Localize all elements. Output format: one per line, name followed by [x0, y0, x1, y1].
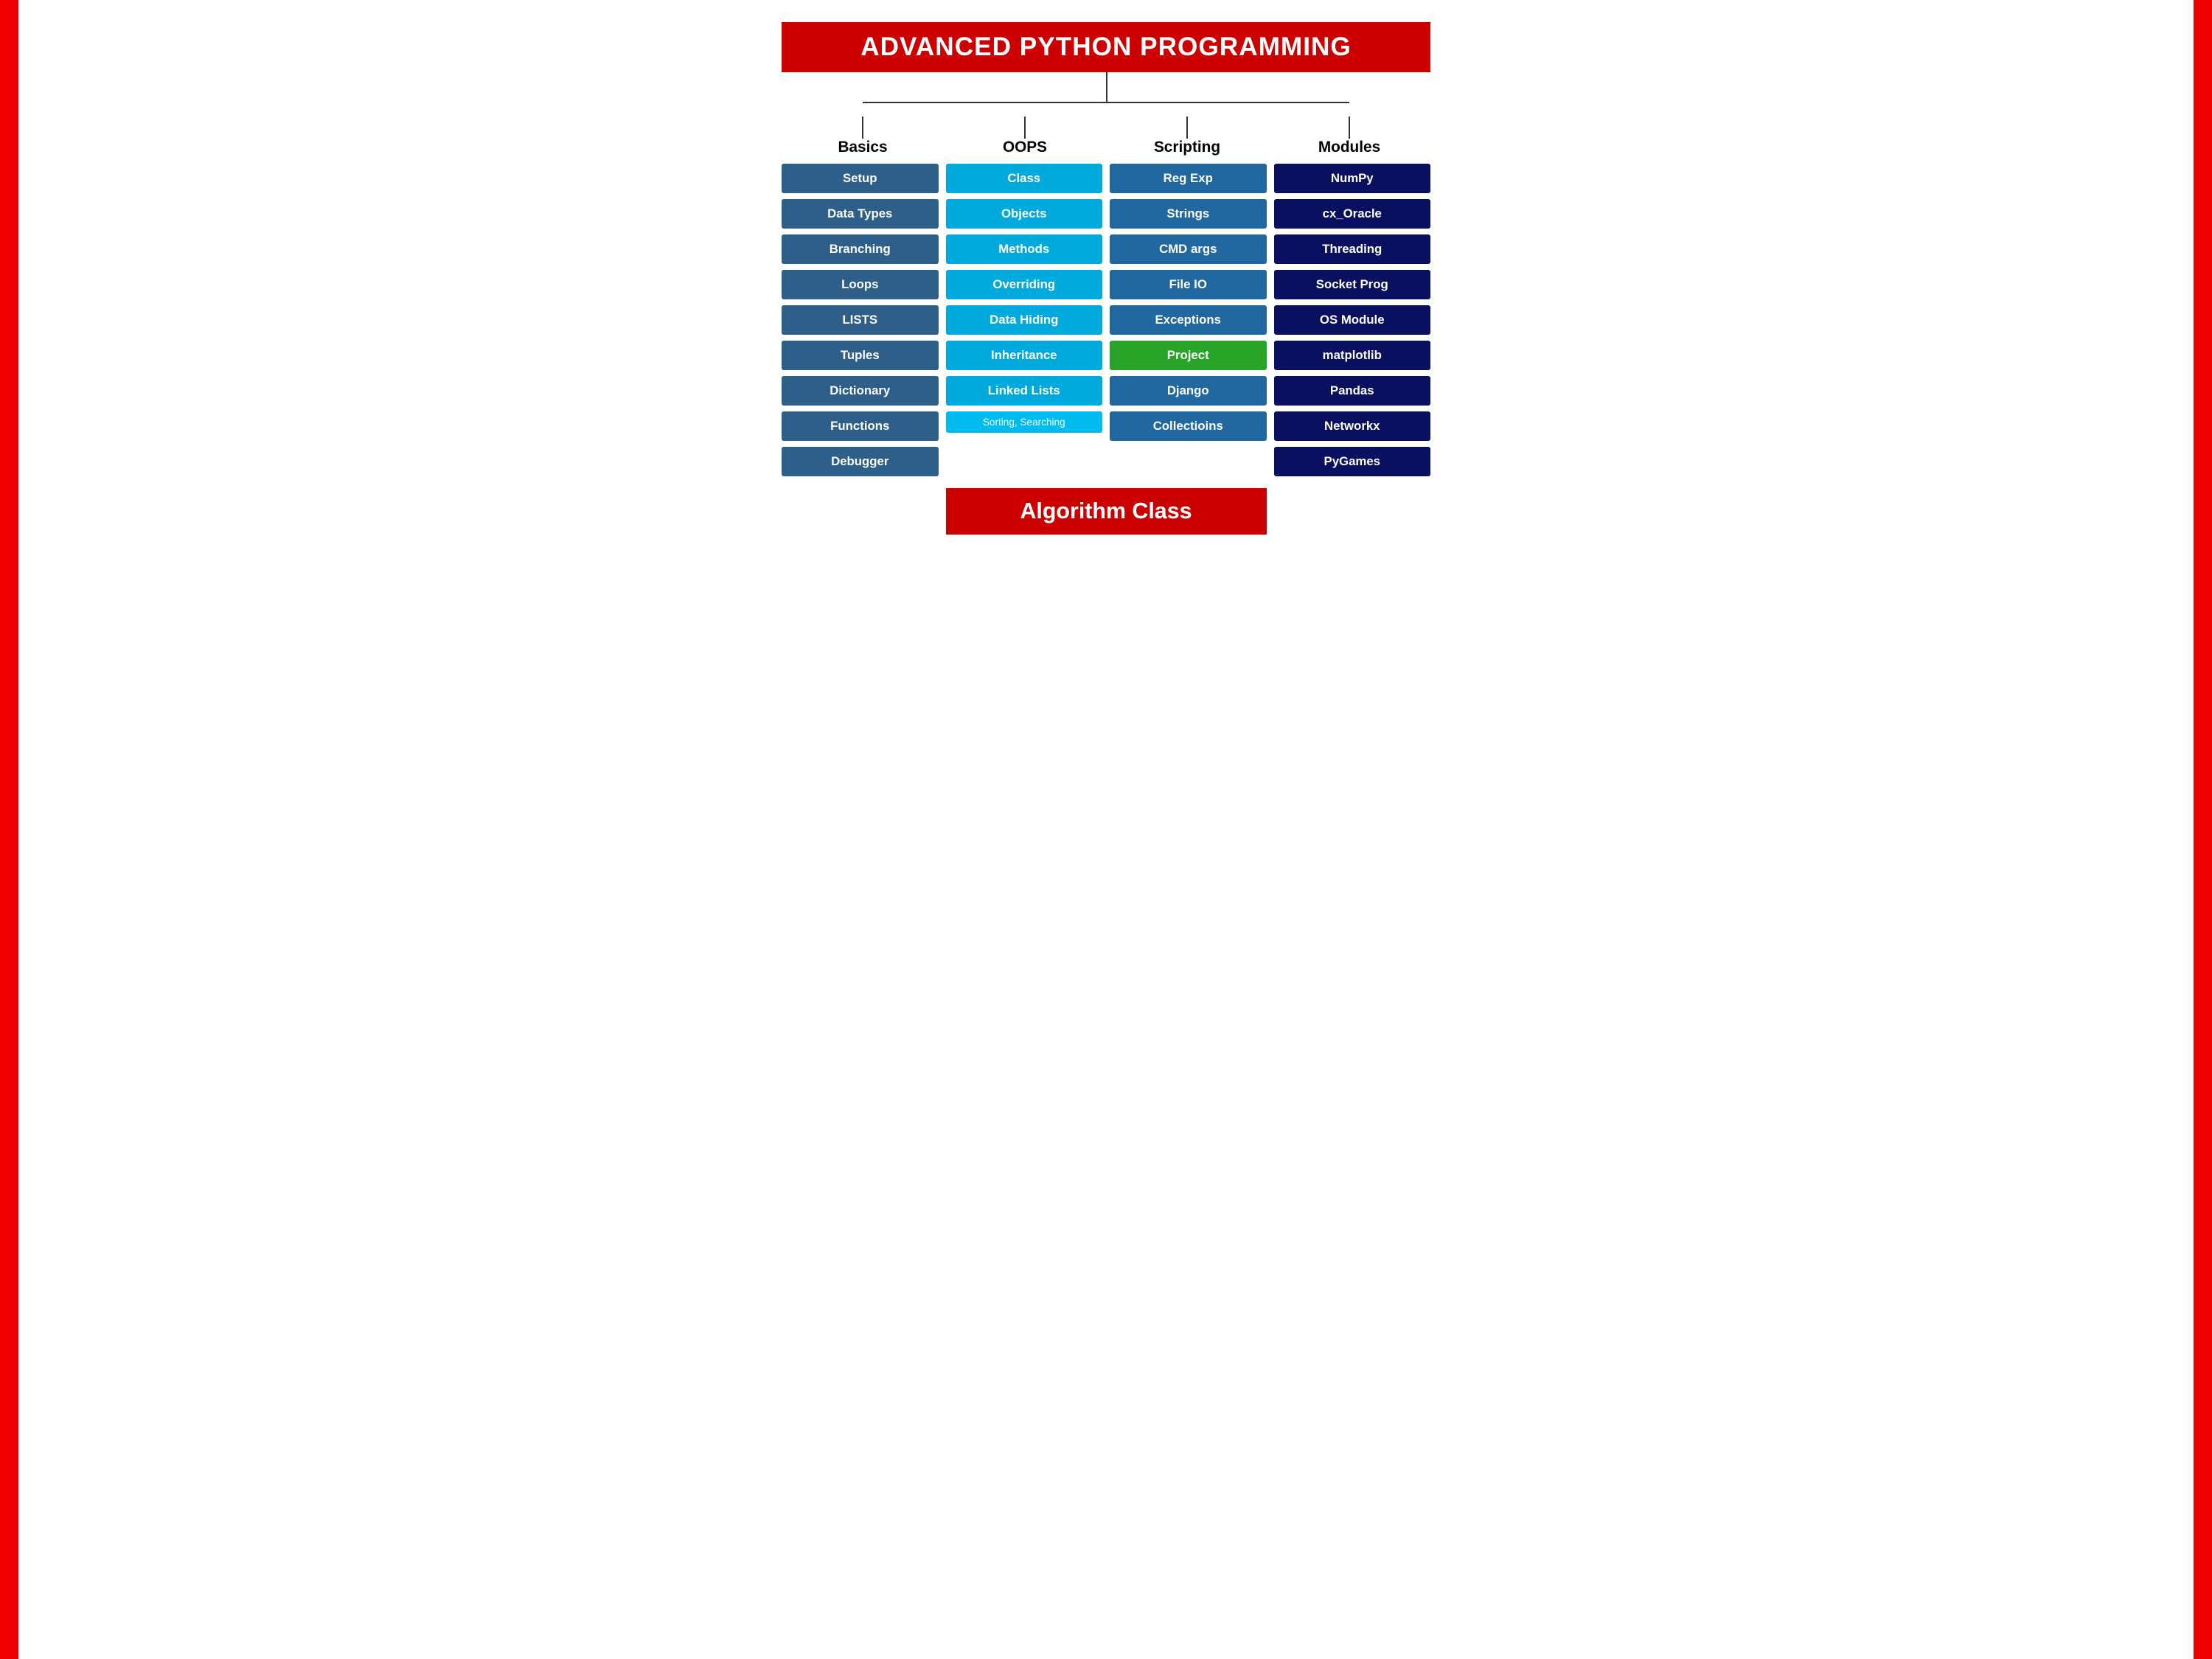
col-header-basics: Basics — [782, 116, 944, 164]
list-item: Functions — [782, 411, 939, 441]
algorithm-class-footer: Algorithm Class — [946, 488, 1267, 535]
list-item: Class — [946, 164, 1103, 193]
h-bar — [863, 102, 1349, 103]
list-item: Dictionary — [782, 376, 939, 406]
col-label-oops: OOPS — [1003, 139, 1047, 156]
list-item: Tuples — [782, 341, 939, 370]
list-item: Setup — [782, 164, 939, 193]
list-item: Methods — [946, 234, 1103, 264]
list-item: NumPy — [1274, 164, 1431, 193]
list-item: Branching — [782, 234, 939, 264]
modules-column: NumPy cx_Oracle Threading Socket Prog OS… — [1274, 164, 1431, 476]
list-item: Inheritance — [946, 341, 1103, 370]
list-item: Threading — [1274, 234, 1431, 264]
list-item: cx_Oracle — [1274, 199, 1431, 229]
h-bar-wrapper — [782, 102, 1430, 116]
page-title: ADVANCED PYTHON PROGRAMMING — [796, 32, 1416, 62]
basics-column: Setup Data Types Branching Loops LISTS T… — [782, 164, 939, 476]
main-grid: Setup Data Types Branching Loops LISTS T… — [782, 164, 1430, 476]
list-item: PyGames — [1274, 447, 1431, 476]
right-bar — [2194, 0, 2212, 1659]
col-label-modules: Modules — [1318, 139, 1380, 156]
list-item: Objects — [946, 199, 1103, 229]
col-header-modules: Modules — [1268, 116, 1430, 164]
algorithm-class-label: Algorithm Class — [961, 498, 1252, 524]
col-header-oops: OOPS — [944, 116, 1106, 164]
list-item: matplotlib — [1274, 341, 1431, 370]
col-header-scripting: Scripting — [1106, 116, 1268, 164]
list-item: Data Hiding — [946, 305, 1103, 335]
footer-spacer-right — [1274, 482, 1431, 535]
list-item: Overriding — [946, 270, 1103, 299]
tree-connector-vertical — [782, 72, 1430, 102]
title-box: ADVANCED PYTHON PROGRAMMING — [782, 22, 1430, 72]
footer-spacer-left — [782, 482, 939, 535]
list-item: Collectioins — [1110, 411, 1267, 441]
left-bar — [0, 0, 18, 1659]
list-item: Reg Exp — [1110, 164, 1267, 193]
col-drop-scripting — [1186, 116, 1188, 139]
list-item: Sorting, Searching — [946, 411, 1103, 433]
oops-column: Class Objects Methods Overriding Data Hi… — [946, 164, 1103, 433]
list-item: Socket Prog — [1274, 270, 1431, 299]
col-label-scripting: Scripting — [1154, 139, 1220, 156]
list-item: Networkx — [1274, 411, 1431, 441]
list-item: Data Types — [782, 199, 939, 229]
list-item: Django — [1110, 376, 1267, 406]
list-item: Exceptions — [1110, 305, 1267, 335]
list-item: Linked Lists — [946, 376, 1103, 406]
list-item: OS Module — [1274, 305, 1431, 335]
list-item: Strings — [1110, 199, 1267, 229]
scripting-column: Reg Exp Strings CMD args File IO Excepti… — [1110, 164, 1267, 441]
col-drop-basics — [862, 116, 863, 139]
footer-grid: Algorithm Class — [782, 482, 1430, 535]
col-label-basics: Basics — [838, 139, 887, 156]
list-item: CMD args — [1110, 234, 1267, 264]
col-drop-modules — [1349, 116, 1350, 139]
page-wrapper: ADVANCED PYTHON PROGRAMMING Basics OOPS … — [752, 15, 1460, 542]
columns-header: Basics OOPS Scripting Modules — [782, 116, 1430, 164]
list-item: Project — [1110, 341, 1267, 370]
list-item: Loops — [782, 270, 939, 299]
list-item: LISTS — [782, 305, 939, 335]
list-item: Pandas — [1274, 376, 1431, 406]
list-item: File IO — [1110, 270, 1267, 299]
list-item: Debugger — [782, 447, 939, 476]
col-drop-oops — [1024, 116, 1026, 139]
